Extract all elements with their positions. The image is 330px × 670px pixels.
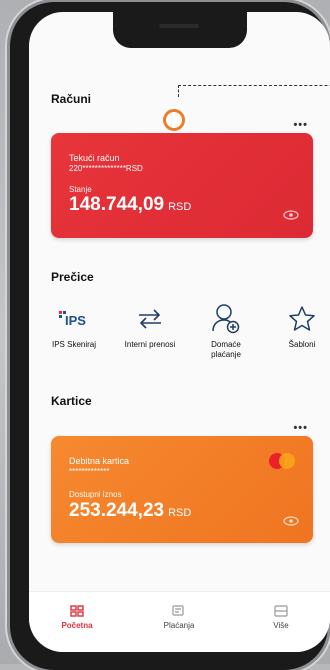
mastercard-logo-icon [269,452,299,470]
tab-label: Više [273,621,289,630]
shortcuts-row: IPS IPS Skeniraj Interni prenosi Domaće … [37,302,327,382]
tab-home[interactable]: Početna [32,604,122,630]
tutorial-guide-line [178,85,330,86]
eye-icon[interactable] [283,516,299,526]
balance-amount: 148.744,09 RSD [69,194,192,215]
card-name: Debitna kartica [69,456,130,466]
shortcut-label: IPS Skeniraj [51,340,97,349]
balance-currency: RSD [168,201,192,213]
phone-frame: Računi ••• Tekući račun 220*************… [10,2,330,670]
debit-card[interactable]: Debitna kartica ************* Dostupni i… [51,436,313,543]
transfer-arrows-icon [113,302,187,336]
tab-payments[interactable]: Plaćanja [134,604,224,630]
accounts-more-button[interactable]: ••• [293,119,308,131]
speaker [159,24,199,28]
shortcut-label: Šabloni [288,340,316,349]
cards-more-button[interactable]: ••• [293,422,308,434]
balance-label: Stanje [69,185,92,194]
account-name: Tekući račun [69,153,120,163]
ips-logo-icon: IPS [37,302,111,336]
tab-label: Plaćanja [163,621,195,630]
account-number: 220**************RSD [69,164,143,173]
shortcut-templates[interactable]: Šabloni [265,302,330,350]
payment-card-icon [134,604,224,618]
star-icon [265,302,330,336]
cards-title: Kartice [51,394,92,408]
more-menu-icon [236,604,326,618]
tab-more[interactable]: Više [236,604,326,630]
shortcut-ips-scan[interactable]: IPS IPS Skeniraj [37,302,111,350]
eye-icon[interactable] [283,210,299,220]
tab-label: Početna [61,621,93,630]
card-number: ************* [69,467,110,476]
tutorial-highlight-ring [163,109,185,131]
available-label: Dostupni iznos [69,490,122,499]
svg-text:IPS: IPS [65,313,86,328]
shortcut-label: Domaće plaćanje [211,340,241,359]
accounts-title: Računi [51,92,92,106]
notch [113,12,247,48]
shortcut-domestic-payment[interactable]: Domaće plaćanje [189,302,263,360]
shortcut-label: Interni prenosi [124,340,176,349]
shortcut-internal-transfers[interactable]: Interni prenosi [113,302,187,350]
available-currency: RSD [168,507,192,519]
shortcuts-title: Prečice [51,270,94,284]
user-add-icon [189,302,263,336]
available-amount: 253.244,23 RSD [69,500,192,521]
tutorial-guide-line-vertical [178,85,179,97]
account-card[interactable]: Tekući račun 220**************RSD Stanje… [51,133,313,238]
bottom-tab-bar: Početna Plaćanja Više [29,591,330,652]
home-grid-icon [32,604,122,618]
app-screen: Računi ••• Tekući račun 220*************… [29,12,330,652]
